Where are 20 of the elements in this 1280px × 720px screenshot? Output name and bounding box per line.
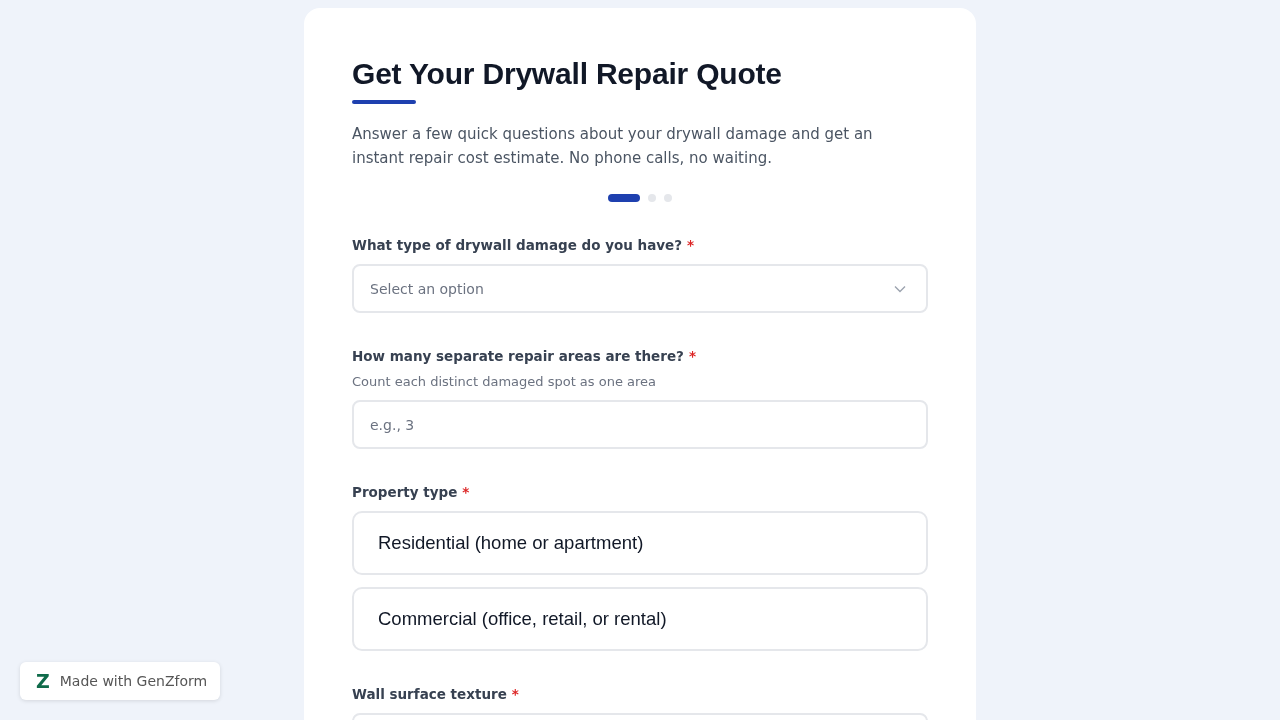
required-mark: *	[462, 483, 470, 502]
select-field[interactable]: Select an option	[352, 264, 928, 313]
field-label: How many separate repair areas are there?	[352, 347, 684, 366]
form-title: Get Your Drywall Repair Quote	[352, 56, 783, 92]
field-label: Property type	[352, 483, 458, 502]
form-description: Answer a few quick questions about your drywall damage and get an instant repair cost estimate. No phone calls, no waiting.	[352, 124, 874, 169]
required-mark: *	[687, 236, 695, 255]
title-underline	[352, 100, 416, 104]
number-input-field[interactable]: e.g., 3	[352, 400, 928, 449]
badge-text: Made with GenZform	[59, 673, 208, 689]
option-card[interactable]: Residential (home or apartment)	[352, 511, 928, 575]
field-label: Wall surface texture	[352, 685, 507, 704]
option-card[interactable]: Commercial (office, retail, or rental)	[352, 587, 928, 651]
made-with-badge[interactable]: Z Made with GenZform	[20, 662, 221, 700]
required-mark: *	[688, 347, 696, 366]
field-label: What type of drywall damage do you have?	[352, 236, 683, 255]
chevron-down-icon	[894, 284, 906, 293]
logo-letter: Z	[36, 671, 50, 691]
required-mark: *	[511, 685, 519, 704]
field-hint: Count each distinct damaged spot as one area	[352, 373, 658, 391]
